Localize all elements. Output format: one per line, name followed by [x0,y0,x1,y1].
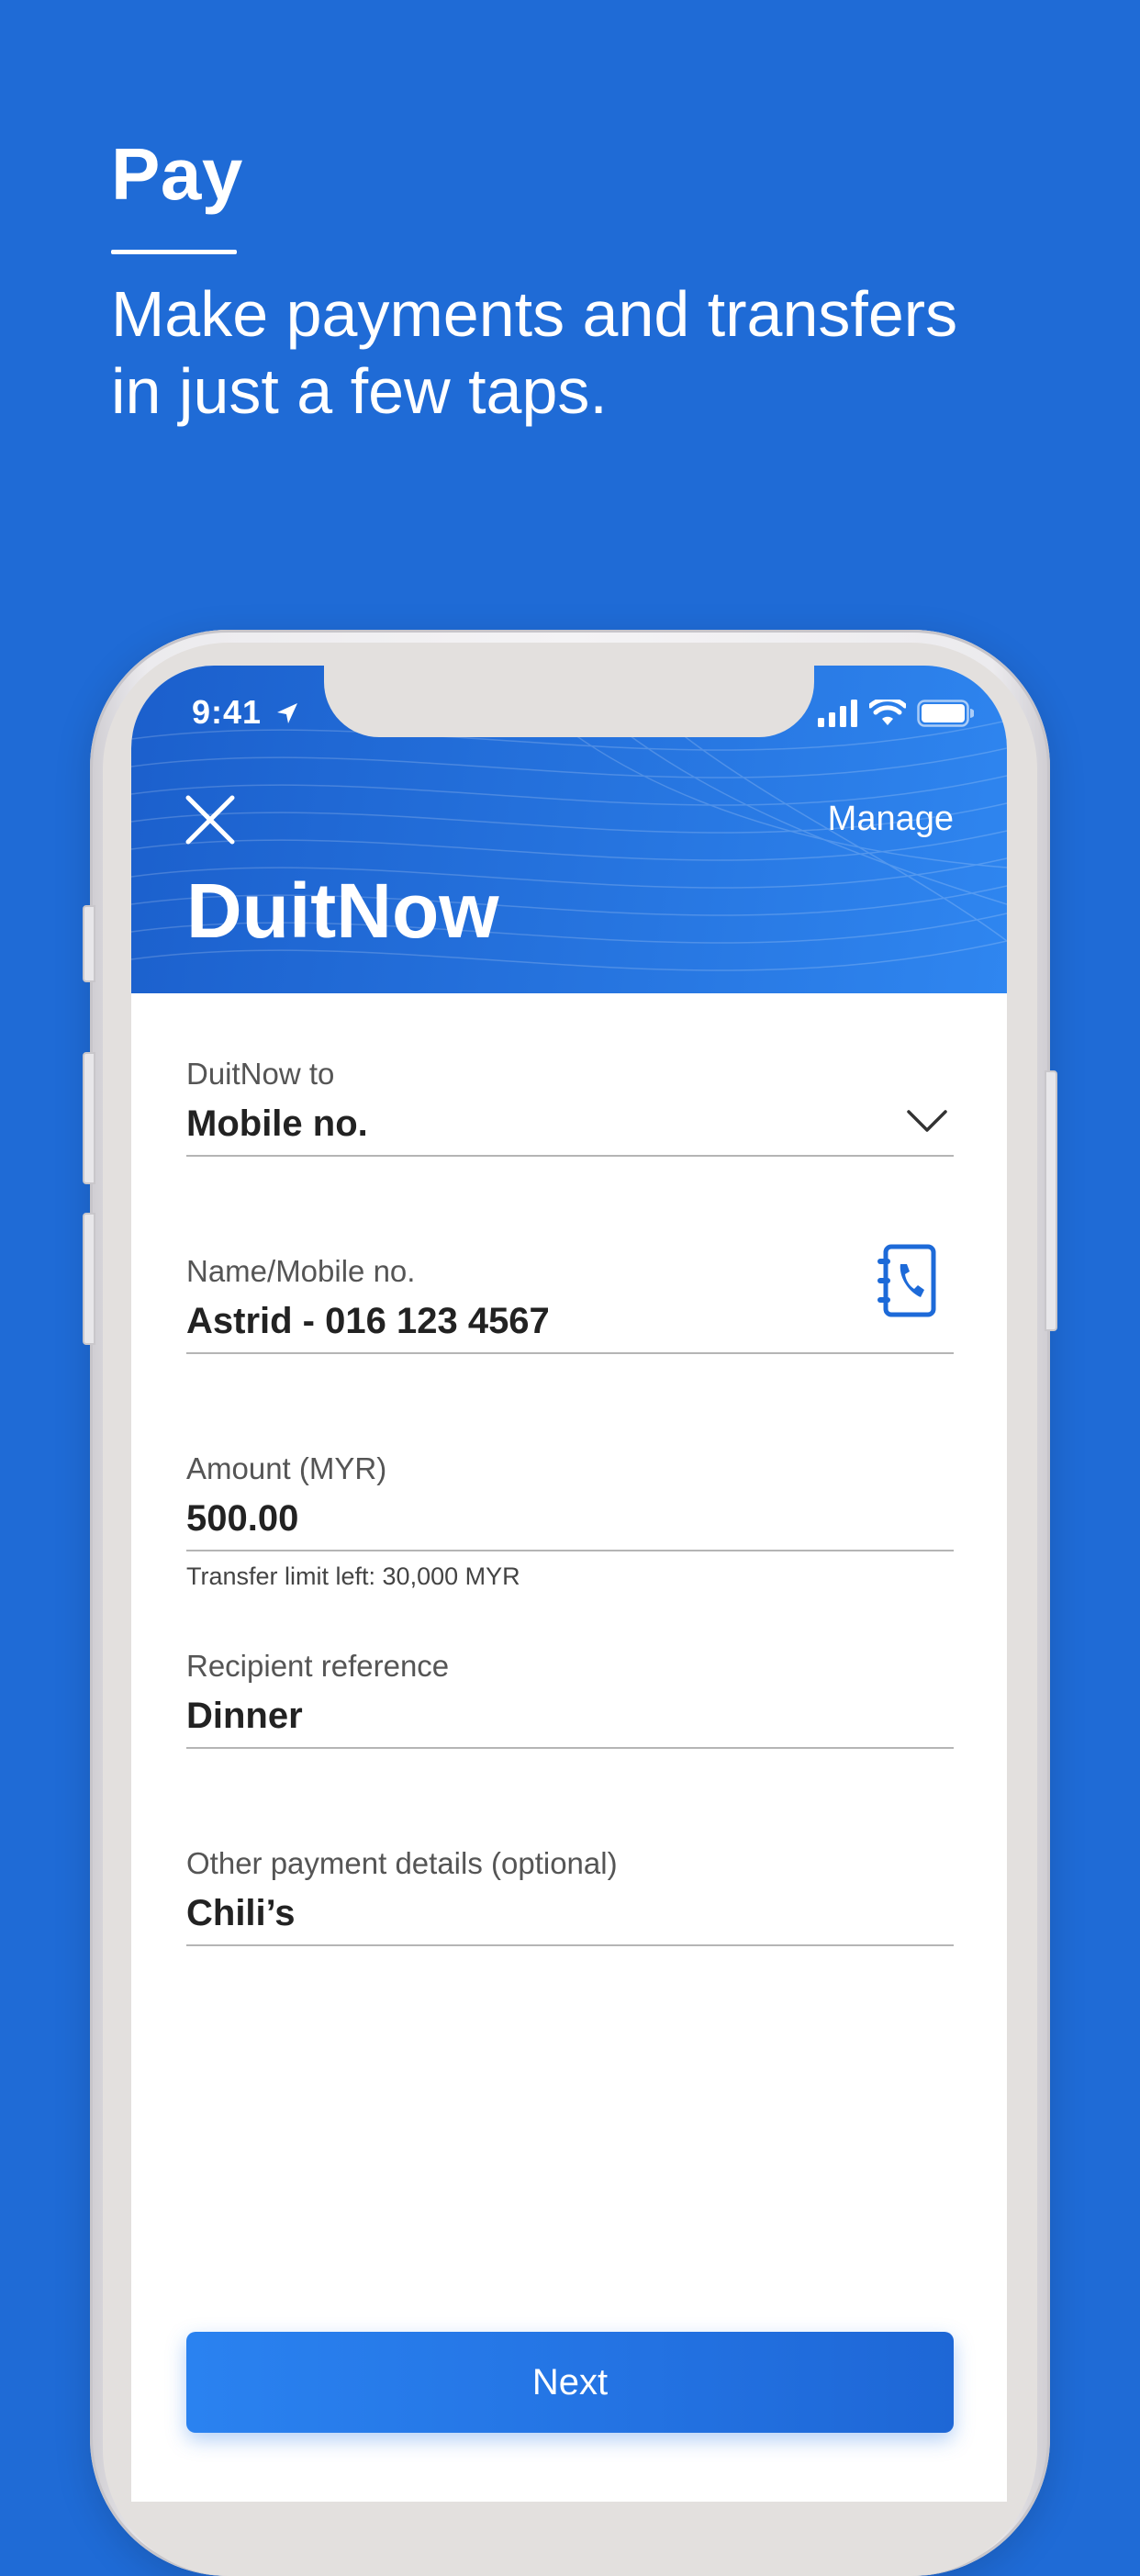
app-header: 9:41 Manage DuitNow [131,666,1007,993]
duitnow-to-select[interactable]: Mobile no. [186,1102,954,1157]
status-time: 9:41 [192,693,263,731]
amount-input[interactable]: 500.00 [186,1496,954,1551]
recipient-reference-field: Recipient reference Dinner [186,1648,954,1749]
wifi-icon [869,700,906,725]
phone-volume-up-button [83,1052,95,1184]
name-mobile-label: Name/Mobile no. [186,1254,416,1288]
name-mobile-input[interactable]: Astrid - 016 123 4567 [186,1244,954,1354]
other-details-value: Chili’s [186,1893,296,1933]
recipient-reference-label: Recipient reference [186,1649,450,1683]
promo-subtitle: Make payments and transfers in just a fe… [111,275,1075,430]
amount-value: 500.00 [186,1498,299,1539]
phone-silent-switch [83,905,95,982]
next-button[interactable]: Next [186,2332,954,2433]
other-details-label: Other payment details (optional) [186,1846,618,1880]
signal-icon [818,700,857,727]
promo-title: Pay [111,133,243,215]
close-icon[interactable] [183,792,238,847]
duitnow-to-field: DuitNow to Mobile no. [186,1056,954,1157]
transfer-limit-text: Transfer limit left: 30,000 MYR [186,1562,520,1590]
location-arrow-icon [277,703,297,723]
page-title: DuitNow [186,868,499,954]
status-icons [818,699,974,728]
promo-subtitle-line-2: in just a few taps. [111,355,608,427]
recipient-reference-input[interactable]: Dinner [186,1694,954,1749]
promo-title-underline [111,250,237,254]
name-mobile-value: Astrid - 016 123 4567 [186,1301,550,1341]
duitnow-to-label: DuitNow to [186,1057,335,1091]
promo-subtitle-line-1: Make payments and transfers [111,278,958,350]
phone-notch [324,666,814,737]
other-details-field: Other payment details (optional) Chili’s [186,1845,954,1946]
chevron-down-icon[interactable] [906,1107,948,1135]
phone-volume-down-button [83,1213,95,1345]
manage-link[interactable]: Manage [828,800,954,839]
amount-label: Amount (MYR) [186,1451,387,1485]
battery-icon [917,700,974,727]
phone-power-button [1045,1070,1057,1331]
contacts-book-icon[interactable] [875,1244,937,1317]
name-mobile-field: Name/Mobile no. Astrid - 016 123 4567 [186,1244,954,1354]
amount-field: Amount (MYR) 500.00 Transfer limit left:… [186,1450,954,1591]
recipient-reference-value: Dinner [186,1696,303,1736]
phone-screen: 9:41 Manage DuitNow DuitNow to Mobile no… [131,666,1007,2502]
other-details-input[interactable]: Chili’s [186,1891,954,1946]
duitnow-to-value: Mobile no. [186,1103,368,1144]
